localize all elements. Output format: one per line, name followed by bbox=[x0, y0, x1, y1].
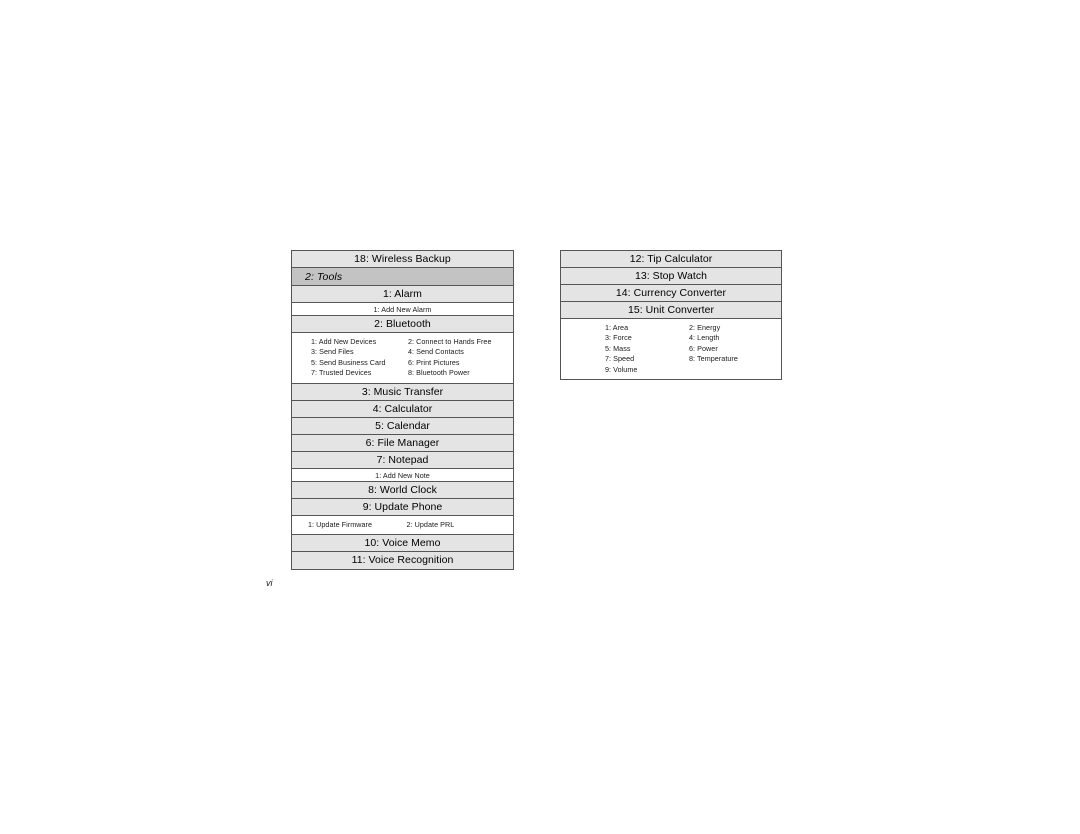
toc-entry[interactable]: 6: File Manager bbox=[292, 434, 513, 452]
toc-entry[interactable]: 4: Calculator bbox=[292, 400, 513, 418]
toc-sub-entry[interactable]: 8: Temperature bbox=[689, 354, 773, 363]
page-number: vi bbox=[266, 578, 273, 588]
toc-entry[interactable]: 1: Alarm bbox=[292, 286, 513, 303]
toc-sub-entry[interactable]: 1: Update Firmware bbox=[308, 520, 407, 529]
toc-sub-entry[interactable]: 1: Area bbox=[605, 323, 689, 332]
toc-sub-entry-grid: 1: Add New Devices 2: Connect to Hands Fr… bbox=[292, 335, 513, 381]
toc-entry[interactable]: 12: Tip Calculator bbox=[561, 251, 781, 268]
toc-sub-entry[interactable]: 8: Bluetooth Power bbox=[408, 368, 505, 377]
toc-entry[interactable]: 8: World Clock bbox=[292, 481, 513, 499]
toc-entry[interactable]: 7: Notepad bbox=[292, 451, 513, 469]
toc-section-header[interactable]: 2: Tools bbox=[292, 268, 513, 286]
toc-sub-entry[interactable]: 6: Power bbox=[689, 344, 773, 353]
toc-entry[interactable]: 15: Unit Converter bbox=[561, 302, 781, 319]
toc-sub-entry-group: 1: Add New Devices 2: Connect to Hands Fr… bbox=[292, 333, 513, 384]
toc-sub-entry[interactable]: 2: Connect to Hands Free bbox=[408, 337, 505, 346]
toc-entry[interactable]: 10: Voice Memo bbox=[292, 535, 513, 553]
toc-sub-entry[interactable]: 1: Add New Alarm bbox=[292, 303, 513, 316]
toc-entry[interactable]: 18: Wireless Backup bbox=[292, 251, 513, 268]
toc-sub-entry[interactable]: 4: Send Contacts bbox=[408, 347, 505, 356]
toc-sub-entry-group: 1: Area 2: Energy 3: Force 4: Length 5: Mass… bbox=[561, 319, 781, 380]
toc-entry[interactable]: 5: Calendar bbox=[292, 417, 513, 435]
toc-sub-entry[interactable]: 1: Add New Devices bbox=[311, 337, 408, 346]
toc-sub-entry[interactable]: 3: Force bbox=[605, 333, 689, 342]
toc-sub-entry[interactable]: 5: Send Business Card bbox=[311, 358, 408, 367]
toc-sub-entry[interactable]: 7: Trusted Devices bbox=[311, 368, 408, 377]
toc-sub-entry[interactable]: 2: Update PRL bbox=[407, 520, 506, 529]
toc-sub-entry[interactable]: 7: Speed bbox=[605, 354, 689, 363]
toc-sub-entry[interactable]: 1: Add New Note bbox=[292, 468, 513, 482]
toc-entry[interactable]: 11: Voice Recognition bbox=[292, 552, 513, 570]
toc-sub-entry[interactable]: 2: Energy bbox=[689, 323, 773, 332]
toc-sub-entry[interactable]: 3: Send Files bbox=[311, 347, 408, 356]
toc-entry[interactable]: 14: Currency Converter bbox=[561, 285, 781, 302]
toc-sub-entry-group: 1: Update Firmware 2: Update PRL bbox=[292, 515, 513, 536]
toc-table-right-column: 12: Tip Calculator 13: Stop Watch 14: Curr… bbox=[560, 250, 782, 381]
toc-entry[interactable]: 3: Music Transfer bbox=[292, 383, 513, 401]
toc-sub-entry[interactable]: 9: Volume bbox=[605, 365, 689, 374]
toc-sub-entry-grid: 1: Update Firmware 2: Update PRL bbox=[292, 518, 513, 532]
toc-sub-entry[interactable]: 6: Print Pictures bbox=[408, 358, 505, 367]
toc-sub-entry[interactable]: 5: Mass bbox=[605, 344, 689, 353]
toc-sub-entry[interactable]: 4: Length bbox=[689, 333, 773, 342]
toc-sub-entry-grid: 1: Area 2: Energy 3: Force 4: Length 5: Mass… bbox=[561, 321, 781, 377]
toc-entry[interactable]: 9: Update Phone bbox=[292, 498, 513, 516]
toc-entry[interactable]: 2: Bluetooth bbox=[292, 316, 513, 333]
toc-entry[interactable]: 13: Stop Watch bbox=[561, 268, 781, 285]
toc-table-left-column: 18: Wireless Backup 2: Tools 1: Alarm 1: Ad… bbox=[291, 250, 514, 571]
